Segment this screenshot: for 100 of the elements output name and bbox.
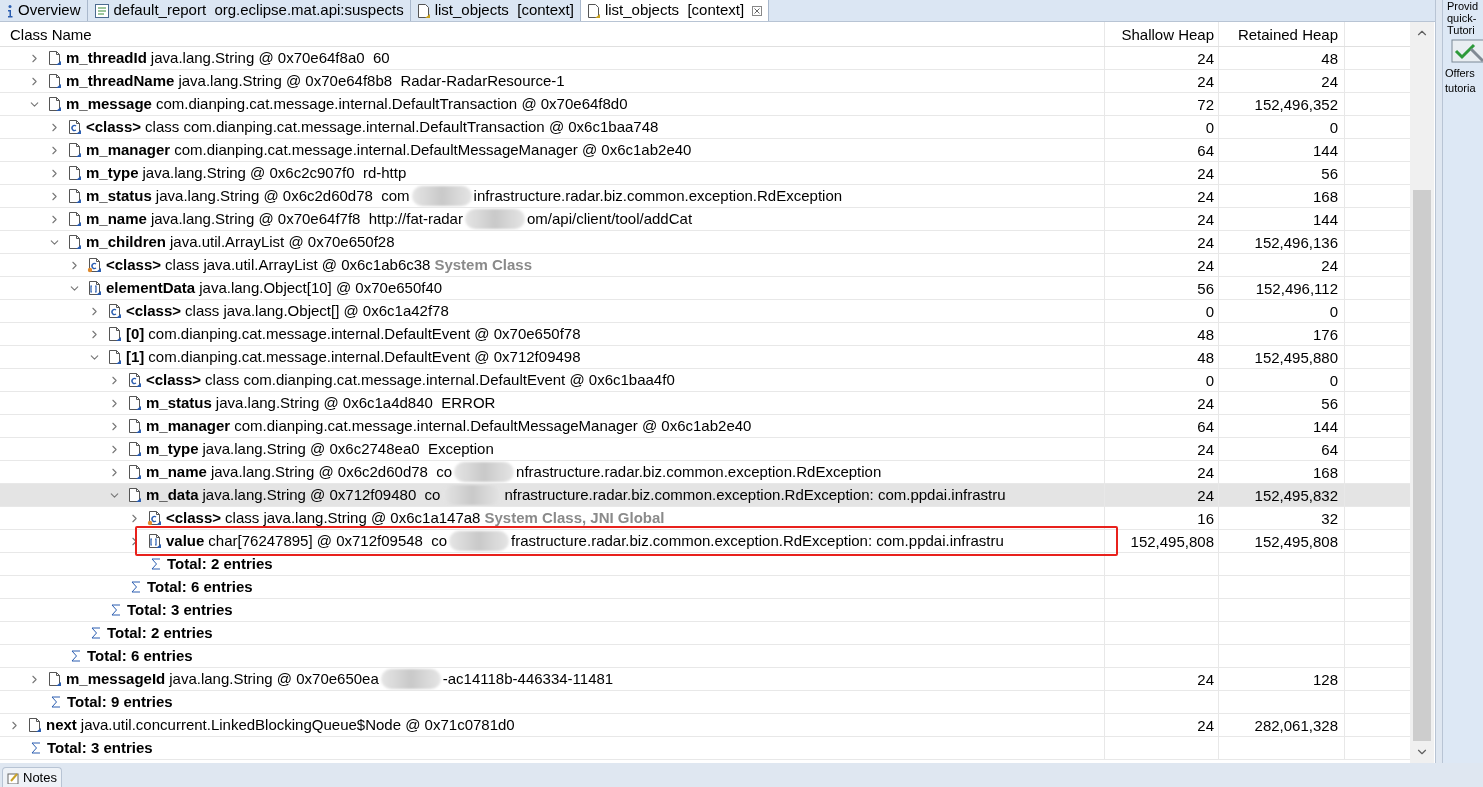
panel-text: Provid (1446, 0, 1480, 12)
tree-row[interactable]: <class> class com.dianping.cat.message.internal.DefaultEvent @ 0x6c1baa4f0 0 0 (0, 369, 1410, 392)
column-header[interactable]: Retained Heap (1218, 22, 1344, 46)
column-header[interactable]: Shallow Heap (1104, 22, 1218, 46)
tree-row[interactable]: m_threadName java.lang.String @ 0x70e64f8b8 Radar-RadarResource-1 24 24 (0, 70, 1410, 93)
tree-row[interactable]: <class> class java.util.ArrayList @ 0x6c1ab6c38 System Class 24 24 (0, 254, 1410, 277)
tree-row[interactable]: <class> class com.dianping.cat.message.internal.DefaultTransaction @ 0x6c1baa748 0 0 (0, 116, 1410, 139)
sum-icon (71, 650, 81, 662)
class-note: System Class (434, 254, 532, 275)
scrollbar-thumb[interactable] (1413, 190, 1431, 741)
field-name: m_manager (86, 139, 171, 160)
field-value: class java.util.ArrayList @ 0x6c1ab6c38 (165, 254, 431, 275)
field-icon (67, 165, 83, 181)
redacted-area (380, 669, 441, 689)
panel-text: quick- (1446, 12, 1478, 24)
shallow-heap-cell: 24 (1104, 162, 1218, 184)
field-value: class com.dianping.cat.message.internal.DefaultTransaction @ 0x6c1baa748 (145, 116, 659, 137)
notes-tab[interactable]: Notes (2, 767, 62, 787)
array-icon (147, 533, 163, 549)
retained-heap-cell: 152,496,112 (1218, 277, 1344, 299)
retained-heap-cell: 64 (1218, 438, 1344, 460)
tree-row[interactable]: next java.util.concurrent.LinkedBlockingQueue$Node @ 0x71c0781d0 24 282,061,328 (0, 714, 1410, 737)
field-icon (127, 464, 143, 480)
field-icon (107, 326, 123, 342)
report-icon (93, 2, 110, 19)
field-value: infrastructure.radar.biz.common.exception.RdException (473, 185, 843, 206)
close-icon[interactable] (752, 5, 763, 16)
total-label: Total: 6 entries (87, 645, 193, 666)
field-icon (27, 717, 43, 733)
shallow-heap-cell: 24 (1104, 484, 1218, 506)
tree-row[interactable]: m_manager com.dianping.cat.message.internal.DefaultMessageManager @ 0x6c1ab2e40 64 144 (0, 415, 1410, 438)
tree-row[interactable]: m_name java.lang.String @ 0x70e64f7f8 http://fat-radar om/api/client/tool/addCat 24 144 (0, 208, 1410, 231)
field-value: class com.dianping.cat.message.internal.DefaultEvent @ 0x6c1baa4f0 (205, 369, 675, 390)
field-value: java.lang.String @ 0x712f09480 co (202, 484, 441, 505)
sum-icon (111, 604, 121, 616)
field-value: com.dianping.cat.message.internal.DefaultEvent @ 0x70e650f78 (148, 323, 581, 344)
field-value: class java.lang.String @ 0x6c1a147a8 (225, 507, 481, 528)
field-value: java.lang.String @ 0x70e650ea (169, 668, 379, 689)
field-value: nfrastructure.radar.biz.common.exception.RdException (516, 461, 882, 482)
field-name: <class> (146, 369, 202, 390)
class-icon (67, 119, 83, 135)
tree-row[interactable]: m_manager com.dianping.cat.message.internal.DefaultMessageManager @ 0x6c1ab2e40 64 144 (0, 139, 1410, 162)
field-name: m_message (66, 93, 152, 114)
field-name: m_type (86, 162, 139, 183)
field-name: value (166, 530, 205, 551)
tree-row[interactable]: elementData java.lang.Object[10] @ 0x70e650f40 56 152,496,112 (0, 277, 1410, 300)
tree-row[interactable]: m_name java.lang.String @ 0x6c2d60d78 co nfrastructure.radar.biz.common.exception.RdException 24 168 (0, 461, 1410, 484)
redacted-area (411, 186, 472, 206)
field-name: <class> (106, 254, 162, 275)
sum-icon (91, 627, 101, 639)
shallow-heap-cell: 24 (1104, 438, 1218, 460)
field-value: java.lang.String @ 0x6c2d60d78 co (210, 461, 453, 482)
shallow-heap-cell: 48 (1104, 323, 1218, 345)
tree-row[interactable]: m_type java.lang.String @ 0x6c2c907f0 rd-http 24 56 (0, 162, 1410, 185)
notes-icon (7, 771, 19, 784)
field-name: next (46, 714, 77, 735)
shallow-heap-cell: 24 (1104, 185, 1218, 207)
field-name: m_status (86, 185, 152, 206)
panel-text: Offers (1444, 66, 1476, 81)
tree-row[interactable]: m_messageId java.lang.String @ 0x70e650ea -ac14118b-446334-11481 24 128 (0, 668, 1410, 691)
tree-row[interactable]: <class> class java.lang.String @ 0x6c1a147a8 System Class, JNI Global 16 32 (0, 507, 1410, 530)
shallow-heap-cell: 24 (1104, 668, 1218, 690)
tree-row[interactable]: <class> class java.lang.Object[] @ 0x6c1a42f78 0 0 (0, 300, 1410, 323)
tree-row[interactable]: m_children java.util.ArrayList @ 0x70e650f28 24 152,496,136 (0, 231, 1410, 254)
field-name: m_messageId (66, 668, 166, 689)
field-value: frastructure.radar.biz.common.exception.RdException: com.ppdai.infrastru (511, 530, 1004, 551)
tree-row[interactable]: m_message com.dianping.cat.message.internal.DefaultTransaction @ 0x70e64f8d0 72 152,496,352 (0, 93, 1410, 116)
column-header[interactable]: Class Name (0, 22, 1104, 46)
retained-heap-cell: 152,495,832 (1218, 484, 1344, 506)
total-label: Total: 3 entries (47, 737, 153, 758)
tree-row[interactable]: m_data java.lang.String @ 0x712f09480 co nfrastructure.radar.biz.common.exception.RdException: com.ppdai.infrastru 24 152,495,832 (0, 484, 1410, 507)
redacted-area (454, 462, 515, 482)
tree-row[interactable]: m_type java.lang.String @ 0x6c2748ea0 Exception 24 64 (0, 438, 1410, 461)
shallow-heap-cell: 0 (1104, 369, 1218, 391)
retained-heap-cell: 144 (1218, 415, 1344, 437)
tree-row[interactable]: m_status java.lang.String @ 0x6c2d60d78 com infrastructure.radar.biz.common.exception.RdException 24 168 (0, 185, 1410, 208)
shallow-heap-cell: 24 (1104, 714, 1218, 736)
tree-row[interactable]: m_threadId java.lang.String @ 0x70e64f8a0 60 24 48 (0, 47, 1410, 70)
field-name: m_manager (146, 415, 231, 436)
shallow-heap-cell: 16 (1104, 507, 1218, 529)
total-label: Total: 9 entries (67, 691, 173, 712)
field-icon (67, 234, 83, 250)
vertical-scrollbar[interactable] (1410, 22, 1434, 763)
tree-row[interactable]: [0] com.dianping.cat.message.internal.DefaultEvent @ 0x70e650f78 48 176 (0, 323, 1410, 346)
retained-heap-cell: 152,496,352 (1218, 93, 1344, 115)
shallow-heap-cell: 56 (1104, 277, 1218, 299)
field-value: com.dianping.cat.message.internal.DefaultMessageManager @ 0x6c1ab2e40 (174, 139, 692, 160)
field-value: char[76247895] @ 0x712f09548 co (208, 530, 448, 551)
retained-heap-cell: 168 (1218, 461, 1344, 483)
tree-row[interactable]: [1] com.dianping.cat.message.internal.DefaultEvent @ 0x712f09498 48 152,495,880 (0, 346, 1410, 369)
shallow-heap-cell: 24 (1104, 254, 1218, 276)
editor-tab[interactable]: list_objects [context] (580, 0, 770, 21)
tree-row[interactable]: m_status java.lang.String @ 0x6c1a4d840 ERROR 24 56 (0, 392, 1410, 415)
class-icon (147, 510, 163, 526)
shallow-heap-cell: 24 (1104, 208, 1218, 230)
retained-heap-cell: 48 (1218, 47, 1344, 69)
total-label: Total: 6 entries (147, 576, 253, 597)
field-icon (67, 188, 83, 204)
shallow-heap-cell: 24 (1104, 231, 1218, 253)
retained-heap-cell: 24 (1218, 70, 1344, 92)
